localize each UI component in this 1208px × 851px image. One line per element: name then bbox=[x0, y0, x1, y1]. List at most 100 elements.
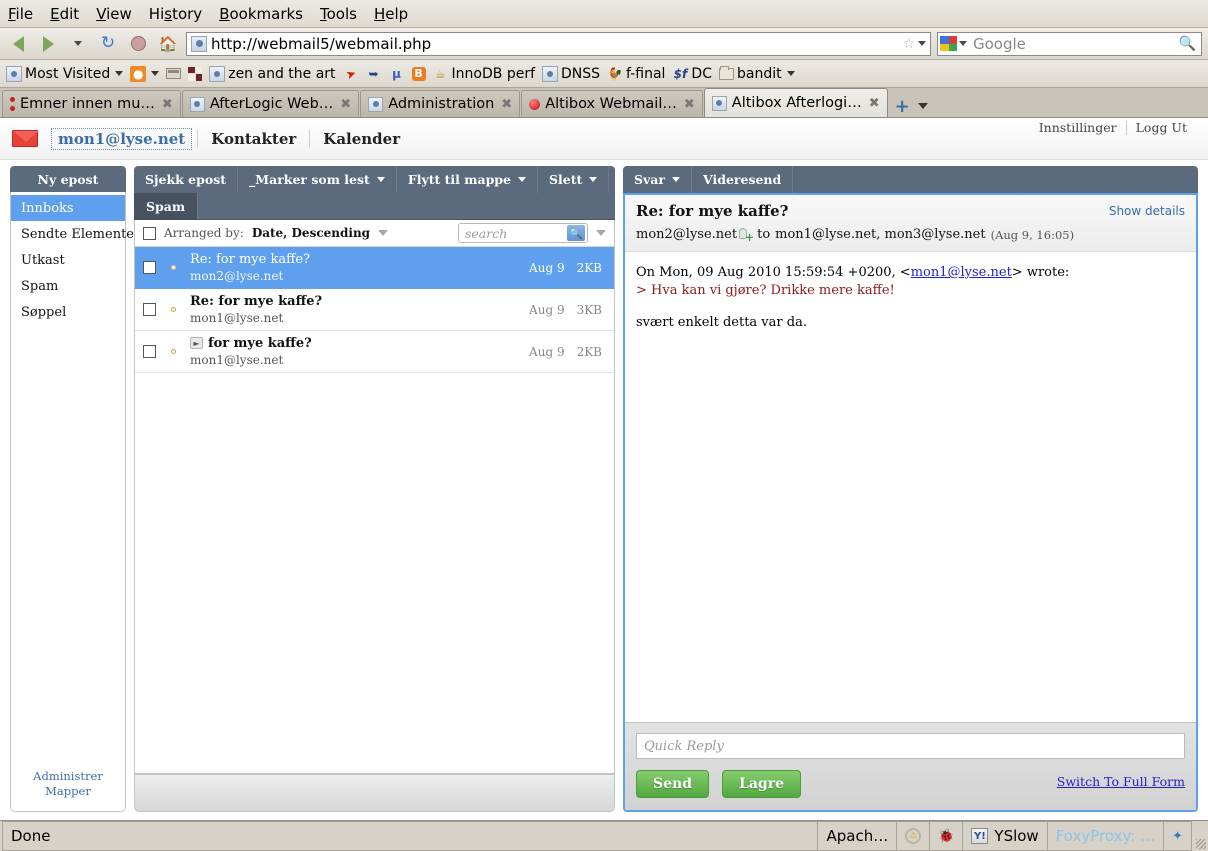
bookmark-red-arrow[interactable]: ➤ bbox=[343, 65, 359, 82]
tab-administration[interactable]: Administration ✖ bbox=[360, 90, 521, 117]
bookmark-label: Most Visited bbox=[25, 65, 111, 82]
bookmark-label: DNSS bbox=[561, 65, 601, 82]
bookmark-star-icon[interactable]: ☆ bbox=[902, 36, 915, 52]
url-dropdown-icon[interactable] bbox=[918, 41, 926, 46]
close-icon[interactable]: ✖ bbox=[869, 96, 880, 111]
search-options-icon[interactable] bbox=[596, 230, 606, 236]
table-row[interactable]: ► for mye kaffe? mon1@lyse.net Aug 9 2KB bbox=[135, 331, 614, 373]
menu-edit[interactable]: Edit bbox=[50, 5, 79, 23]
search-bar[interactable]: Google 🔍 bbox=[937, 31, 1202, 56]
bookmark-most-visited[interactable]: Most Visited bbox=[6, 65, 124, 82]
sidebar-item-innboks[interactable]: Innboks bbox=[11, 195, 125, 221]
menu-file[interactable]: FFileile bbox=[8, 5, 33, 23]
menu-help[interactable]: Help bbox=[374, 5, 408, 23]
select-all-checkbox[interactable] bbox=[143, 226, 156, 240]
table-row[interactable]: Re: for mye kaffe? mon2@lyse.net Aug 9 2… bbox=[135, 247, 614, 289]
status-item-fox[interactable]: ✦ bbox=[1164, 821, 1192, 851]
logout-link[interactable]: Logg Ut bbox=[1127, 120, 1196, 135]
stop-button[interactable] bbox=[126, 32, 150, 56]
add-contact-icon[interactable]: + bbox=[739, 227, 754, 243]
sidebar-item-spam[interactable]: Spam bbox=[11, 273, 125, 299]
status-item-apache[interactable]: Apach… bbox=[818, 821, 898, 851]
bookmark-innodb-perf[interactable]: ☕ InnoDB perf bbox=[433, 66, 535, 82]
menu-history[interactable]: History bbox=[149, 5, 202, 23]
show-details-link[interactable]: Show details bbox=[1109, 204, 1185, 218]
forward-button[interactable]: Videresend bbox=[692, 166, 794, 193]
status-item-foxyproxy[interactable]: FoxyProxy: … bbox=[1047, 821, 1165, 851]
manage-folders-link[interactable]: Administrer Mapper bbox=[33, 769, 103, 798]
bookmark-bandit[interactable]: bandit bbox=[718, 65, 795, 82]
search-icon[interactable]: 🔍 bbox=[1179, 36, 1199, 52]
tab-list-dropdown-icon[interactable] bbox=[917, 103, 928, 109]
bookmark-feeds[interactable]: ● bbox=[130, 65, 160, 82]
reload-button[interactable]: ↻ bbox=[96, 32, 120, 56]
bookmark-toolbar-widget[interactable] bbox=[166, 68, 182, 79]
search-input[interactable]: Google bbox=[967, 35, 1179, 53]
nav-account[interactable]: mon1@lyse.net bbox=[50, 127, 193, 150]
nav-kontakter[interactable]: Kontakter bbox=[198, 130, 309, 148]
switch-to-full-form-link[interactable]: Switch To Full Form bbox=[1057, 774, 1185, 789]
status-item-gear[interactable]: ⚠ bbox=[897, 821, 931, 851]
reply-button[interactable]: Svar bbox=[623, 166, 692, 193]
search-input[interactable]: search bbox=[461, 226, 567, 241]
table-row[interactable]: Re: for mye kaffe? mon1@lyse.net Aug 9 3… bbox=[135, 289, 614, 331]
chevron-down-icon[interactable] bbox=[378, 230, 389, 236]
sort-value[interactable]: Date, Descending bbox=[252, 226, 370, 240]
tab-emner-innen-mu[interactable]: Emner innen mu… ✖ bbox=[2, 90, 181, 117]
close-icon[interactable]: ✖ bbox=[684, 97, 695, 112]
bookmark-dc[interactable]: $f DC bbox=[672, 66, 712, 82]
resize-grip[interactable] bbox=[1192, 821, 1208, 851]
tab-altibox-afterlogic[interactable]: Altibox Afterlogi… ✖ bbox=[703, 88, 888, 117]
flag-icon[interactable] bbox=[156, 349, 190, 354]
save-button[interactable]: Lagre bbox=[722, 770, 801, 798]
url-bar[interactable]: http://webmail5/webmail.php ☆ bbox=[186, 31, 931, 56]
menu-bookmarks[interactable]: Bookmarks bbox=[219, 5, 303, 23]
tab-spam[interactable]: Spam bbox=[134, 193, 199, 219]
bookmark-mu[interactable]: µ bbox=[389, 66, 405, 82]
bookmark-squares[interactable] bbox=[188, 66, 203, 81]
search-box[interactable]: search 🔍 bbox=[458, 223, 588, 243]
send-button[interactable]: Send bbox=[636, 770, 709, 798]
sidebar-item-sendte-elementer[interactable]: Sendte Elementer bbox=[11, 221, 140, 247]
bookmark-blue-glyph[interactable]: ➥ bbox=[366, 66, 382, 82]
row-checkbox[interactable] bbox=[143, 303, 156, 316]
nav-kalender[interactable]: Kalender bbox=[310, 130, 413, 148]
flag-icon[interactable] bbox=[156, 265, 190, 270]
close-icon[interactable]: ✖ bbox=[340, 97, 351, 112]
status-item-yslow[interactable]: Y! YSlow bbox=[963, 821, 1048, 851]
back-button[interactable] bbox=[6, 32, 30, 56]
bookmark-blogger[interactable]: B bbox=[411, 66, 426, 81]
message-quote: > Hva kan vi gjøre? Drikke mere kaffe! bbox=[636, 282, 895, 298]
check-mail-button[interactable]: Sjekk epost bbox=[134, 166, 239, 193]
move-to-folder-button[interactable]: Flytt til mappe bbox=[397, 166, 538, 193]
search-icon[interactable]: 🔍 bbox=[567, 225, 585, 241]
flag-icon[interactable] bbox=[156, 307, 190, 312]
menu-view[interactable]: View bbox=[96, 5, 132, 23]
close-icon[interactable]: ✖ bbox=[501, 97, 512, 112]
compose-button[interactable]: Ny epost bbox=[10, 166, 126, 192]
search-engine-dropdown-icon[interactable] bbox=[959, 41, 967, 46]
message-body-line-2: svært enkelt detta var da. bbox=[636, 314, 807, 330]
status-item-bug[interactable]: 🐞 bbox=[930, 821, 964, 851]
settings-link[interactable]: Innstillinger bbox=[1030, 120, 1126, 135]
menu-tools[interactable]: Tools bbox=[320, 5, 357, 23]
new-tab-button[interactable]: + bbox=[889, 96, 916, 117]
bookmark-zen-and-the-art[interactable]: zen and the art bbox=[209, 65, 336, 82]
sidebar-item-utkast[interactable]: Utkast bbox=[11, 247, 125, 273]
sidebar-item-soppel[interactable]: Søppel bbox=[11, 299, 125, 325]
email-link[interactable]: mon1@lyse.net bbox=[911, 265, 1012, 280]
history-dropdown-icon[interactable] bbox=[66, 32, 90, 56]
quick-reply-input[interactable]: Quick Reply bbox=[636, 733, 1185, 759]
bookmark-dnss[interactable]: DNSS bbox=[542, 65, 601, 82]
tab-altibox-webmail[interactable]: Altibox Webmail… ✖ bbox=[521, 90, 703, 117]
forward-button[interactable] bbox=[36, 32, 60, 56]
squares-icon bbox=[188, 66, 203, 81]
bookmark-f-final[interactable]: 🐓 f-final bbox=[607, 66, 666, 82]
tab-afterlogic-web[interactable]: AfterLogic Web… ✖ bbox=[181, 90, 360, 117]
mark-as-read-button[interactable]: _Marker som lest bbox=[238, 166, 397, 193]
home-button[interactable]: 🏠 bbox=[156, 32, 180, 56]
row-checkbox[interactable] bbox=[143, 345, 156, 358]
delete-button[interactable]: Slett bbox=[538, 166, 610, 193]
row-checkbox[interactable] bbox=[143, 261, 156, 274]
close-icon[interactable]: ✖ bbox=[162, 97, 173, 112]
